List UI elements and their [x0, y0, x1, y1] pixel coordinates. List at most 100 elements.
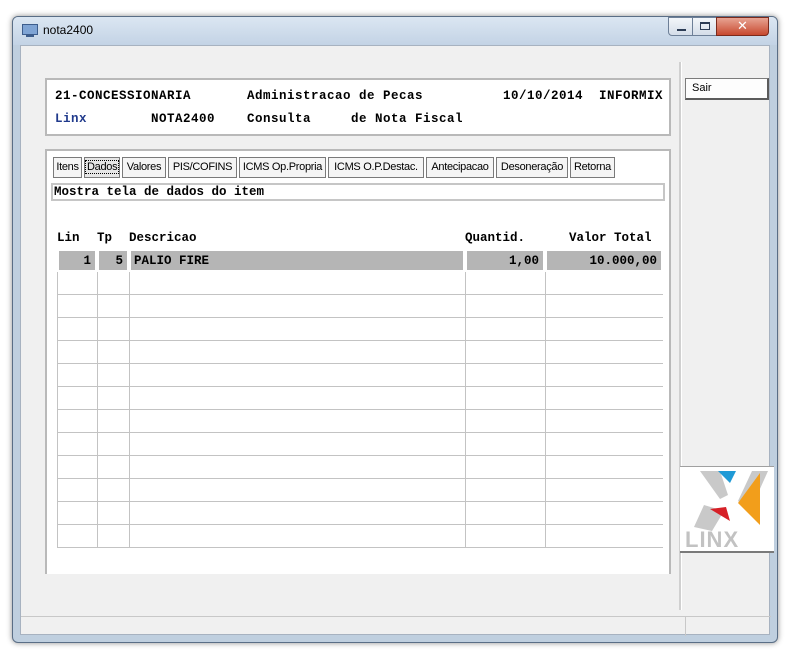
maximize-button[interactable]: [692, 17, 717, 36]
table-cell-empty[interactable]: [465, 433, 545, 456]
tab-valores[interactable]: Valores: [122, 157, 166, 178]
table-row-empty[interactable]: [57, 502, 663, 525]
table-cell-empty[interactable]: [97, 433, 129, 456]
table-cell-empty[interactable]: [97, 410, 129, 433]
table-cell-empty[interactable]: [545, 525, 663, 548]
table-row-empty[interactable]: [57, 295, 663, 318]
tab-icms-op-destac[interactable]: ICMS O.P.Destac.: [328, 157, 424, 178]
table-cell-empty[interactable]: [129, 387, 465, 410]
table-cell-empty[interactable]: [465, 341, 545, 364]
window-title: nota2400: [43, 23, 94, 37]
items-table: 1 5 PALIO FIRE 1,00 10.000,00: [57, 249, 663, 548]
table-cell-empty[interactable]: [97, 479, 129, 502]
table-cell-empty[interactable]: [129, 479, 465, 502]
table-cell-empty[interactable]: [57, 433, 97, 456]
table-cell-empty[interactable]: [97, 341, 129, 364]
table-cell-empty[interactable]: [57, 341, 97, 364]
table-row-empty[interactable]: [57, 433, 663, 456]
table-cell-empty[interactable]: [465, 387, 545, 410]
table-cell-empty[interactable]: [57, 502, 97, 525]
table-cell-empty[interactable]: [465, 295, 545, 318]
table-row-empty[interactable]: [57, 410, 663, 433]
cell-quantid[interactable]: 1,00: [465, 249, 545, 272]
table-cell-empty[interactable]: [97, 318, 129, 341]
table-row-empty[interactable]: [57, 272, 663, 295]
table-cell-empty[interactable]: [545, 433, 663, 456]
table-cell-empty[interactable]: [545, 502, 663, 525]
table-cell-empty[interactable]: [57, 456, 97, 479]
table-row[interactable]: 1 5 PALIO FIRE 1,00 10.000,00: [57, 249, 663, 272]
table-cell-empty[interactable]: [465, 272, 545, 295]
table-cell-empty[interactable]: [465, 318, 545, 341]
table-cell-empty[interactable]: [97, 456, 129, 479]
side-panel: Sair LINX: [679, 54, 774, 630]
table-cell-empty[interactable]: [545, 272, 663, 295]
cell-tp[interactable]: 5: [97, 249, 129, 272]
table-cell-empty[interactable]: [129, 433, 465, 456]
table-cell-empty[interactable]: [129, 502, 465, 525]
table-row-empty[interactable]: [57, 387, 663, 410]
table-row-empty[interactable]: [57, 456, 663, 479]
tab-antecipacao[interactable]: Antecipacao: [426, 157, 494, 178]
table-cell-empty[interactable]: [545, 341, 663, 364]
tab-pis-cofins[interactable]: PIS/COFINS: [168, 157, 237, 178]
table-row-empty[interactable]: [57, 525, 663, 548]
table-cell-empty[interactable]: [97, 387, 129, 410]
col-header-quantid: Quantid.: [465, 231, 526, 245]
table-cell-empty[interactable]: [465, 479, 545, 502]
table-cell-empty[interactable]: [57, 364, 97, 387]
minimize-button[interactable]: [668, 17, 693, 36]
table-cell-empty[interactable]: [465, 410, 545, 433]
table-cell-empty[interactable]: [129, 295, 465, 318]
table-cell-empty[interactable]: [465, 502, 545, 525]
table-cell-empty[interactable]: [97, 525, 129, 548]
table-cell-empty[interactable]: [545, 387, 663, 410]
tab-desoneracao[interactable]: Desoneração: [496, 157, 568, 178]
table-cell-empty[interactable]: [129, 525, 465, 548]
table-cell-empty[interactable]: [97, 272, 129, 295]
table-row-empty[interactable]: [57, 479, 663, 502]
table-cell-empty[interactable]: [57, 295, 97, 318]
table-cell-empty[interactable]: [129, 341, 465, 364]
table-cell-empty[interactable]: [57, 387, 97, 410]
table-cell-empty[interactable]: [57, 525, 97, 548]
linx-logo: LINX: [680, 466, 774, 553]
table-cell-empty[interactable]: [545, 479, 663, 502]
table-cell-empty[interactable]: [57, 479, 97, 502]
table-cell-empty[interactable]: [129, 272, 465, 295]
brand-name: Linx: [55, 112, 88, 126]
table-row-empty[interactable]: [57, 318, 663, 341]
table-row-empty[interactable]: [57, 341, 663, 364]
tab-dados[interactable]: Dados: [84, 157, 120, 178]
title-bar[interactable]: nota2400 ✕: [13, 17, 777, 45]
cell-lin[interactable]: 1: [57, 249, 97, 272]
table-cell-empty[interactable]: [545, 364, 663, 387]
table-cell-empty[interactable]: [57, 318, 97, 341]
cell-descricao[interactable]: PALIO FIRE: [129, 249, 465, 272]
close-button[interactable]: ✕: [716, 17, 769, 36]
company-name: 21-CONCESSIONARIA: [55, 89, 192, 103]
table-cell-empty[interactable]: [545, 318, 663, 341]
table-cell-empty[interactable]: [465, 456, 545, 479]
table-cell-empty[interactable]: [57, 410, 97, 433]
tab-retorna[interactable]: Retorna: [570, 157, 615, 178]
table-cell-empty[interactable]: [129, 410, 465, 433]
exit-button[interactable]: Sair: [685, 78, 769, 100]
table-cell-empty[interactable]: [545, 456, 663, 479]
table-cell-empty[interactable]: [465, 364, 545, 387]
table-row-empty[interactable]: [57, 364, 663, 387]
table-cell-empty[interactable]: [57, 272, 97, 295]
tab-itens[interactable]: Itens: [53, 157, 82, 178]
tab-icms-op-propria[interactable]: ICMS Op.Propria: [239, 157, 326, 178]
table-cell-empty[interactable]: [97, 364, 129, 387]
table-cell-empty[interactable]: [97, 295, 129, 318]
table-cell-empty[interactable]: [129, 318, 465, 341]
table-cell-empty[interactable]: [129, 364, 465, 387]
cell-valor-total[interactable]: 10.000,00: [545, 249, 663, 272]
table-cell-empty[interactable]: [97, 502, 129, 525]
table-cell-empty[interactable]: [545, 295, 663, 318]
table-cell-empty[interactable]: [545, 410, 663, 433]
detail-panel: Itens Dados Valores PIS/COFINS ICMS Op.P…: [45, 149, 671, 574]
table-cell-empty[interactable]: [465, 525, 545, 548]
table-cell-empty[interactable]: [129, 456, 465, 479]
